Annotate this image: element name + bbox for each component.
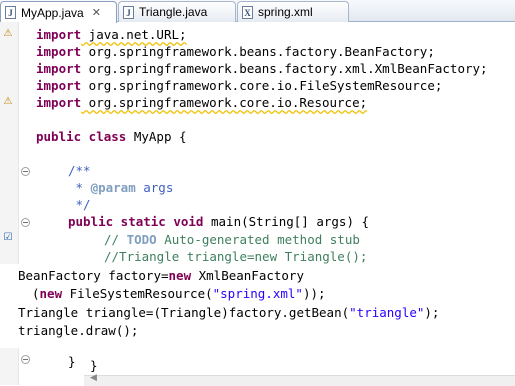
tab-label: Triangle.java xyxy=(139,5,208,19)
tab-label: spring.xml xyxy=(258,5,313,19)
warning-icon[interactable]: ⚠ xyxy=(2,96,14,108)
code-line: //Triangle triangle=new Triangle(); xyxy=(104,249,368,264)
horizontal-scrollbar[interactable]: ◀ xyxy=(84,373,515,386)
code-line: } xyxy=(90,358,98,373)
code-line: import org.springframework.core.io.FileS… xyxy=(36,78,443,93)
code-line: } xyxy=(68,354,76,369)
tab-myapp-java[interactable]: J MyApp.java ✕ xyxy=(0,1,117,23)
task-icon[interactable]: ☑ xyxy=(2,232,14,244)
scroll-left-icon[interactable]: ◀ xyxy=(90,373,97,383)
fold-toggle-icon[interactable] xyxy=(21,355,30,364)
snippet-line: BeanFactory factory=new XmlBeanFactory xyxy=(18,268,304,283)
fold-toggle-icon[interactable] xyxy=(21,218,30,227)
xml-file-icon: X xyxy=(242,5,253,19)
code-line: * @param args xyxy=(68,180,174,195)
code-line: import java.net.URL; xyxy=(36,27,187,42)
editor-tab-bar: J MyApp.java ✕ J Triangle.java X spring.… xyxy=(0,0,515,23)
snippet-line: Triangle triangle=(Triangle)factory.getB… xyxy=(18,305,440,320)
java-file-icon: J xyxy=(5,6,16,19)
code-line: /** xyxy=(68,163,91,178)
code-line: public static void main(String[] args) { xyxy=(68,214,370,229)
code-line: import org.springframework.beans.factory… xyxy=(36,61,488,76)
code-snippet-overlay: BeanFactory factory=new XmlBeanFactory (… xyxy=(0,264,515,348)
code-line: // TODO Auto-generated method stub xyxy=(104,232,360,247)
warning-icon[interactable]: ⚠ xyxy=(2,28,14,40)
code-line: public class MyApp { xyxy=(36,129,187,144)
tab-label: MyApp.java xyxy=(21,5,84,20)
code-line: */ xyxy=(68,197,91,212)
snippet-line: triangle.draw(); xyxy=(18,323,139,338)
tab-spring-xml[interactable]: X spring.xml xyxy=(237,1,349,22)
close-icon[interactable]: ✕ xyxy=(92,6,101,19)
snippet-line: (new FileSystemResource("spring.xml")); xyxy=(32,286,326,301)
fold-toggle-icon[interactable] xyxy=(21,167,30,176)
code-line: import org.springframework.core.io.Resou… xyxy=(36,95,368,110)
java-file-icon: J xyxy=(123,5,134,19)
code-line: import org.springframework.beans.factory… xyxy=(36,44,435,59)
tab-triangle-java[interactable]: J Triangle.java xyxy=(118,1,236,22)
